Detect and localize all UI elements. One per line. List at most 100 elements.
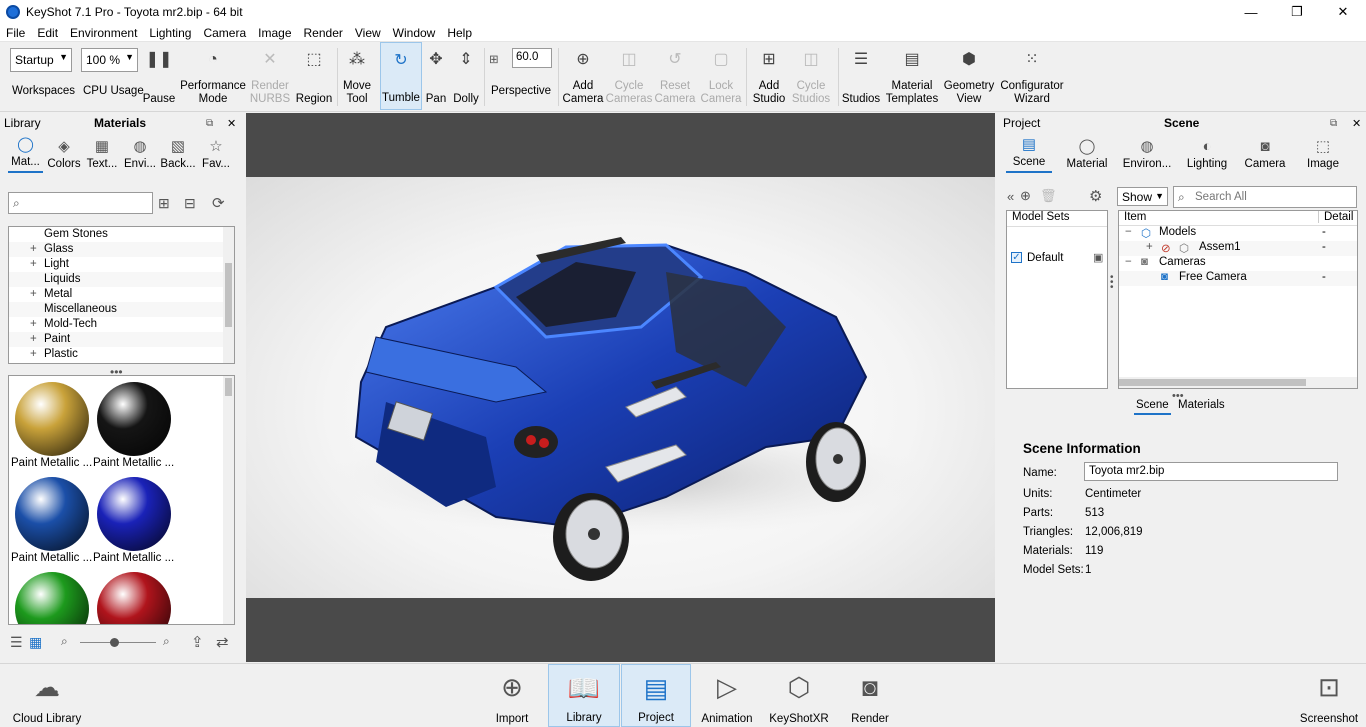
menu-file[interactable]: File (0, 26, 31, 40)
thumbs-scrollbar[interactable] (223, 376, 234, 624)
studios-button[interactable]: ☰ Studios (842, 42, 880, 110)
folder-sync-icon[interactable]: ⇄ (216, 633, 229, 651)
menu-lighting[interactable]: Lighting (143, 26, 197, 40)
tree-item-light[interactable]: + Light (9, 257, 234, 272)
tree-item-gem-stones[interactable]: Gem Stones (9, 227, 234, 242)
tree-item-plastic[interactable]: + Plastic (9, 347, 234, 362)
item-column-header[interactable]: Item (1124, 211, 1146, 223)
collapse-icon[interactable]: « (1007, 189, 1014, 204)
scene-search-input[interactable]: ⌕ Search All (1173, 186, 1357, 208)
tab-camera[interactable]: ◙ Camera (1242, 138, 1288, 173)
performance-mode-button[interactable]: ◔ Performance Mode (180, 42, 246, 110)
workspace-select[interactable]: Startup ▼ (10, 48, 72, 72)
upload-icon[interactable]: ⇪ (191, 633, 204, 651)
scene-name-input[interactable]: Toyota mr2.bip (1084, 462, 1338, 481)
expand-icon[interactable]: + (30, 317, 37, 332)
menu-camera[interactable]: Camera (197, 26, 252, 40)
close-panel-icon[interactable]: ✕ (227, 117, 236, 130)
thumbs-scrollbar-thumb[interactable] (225, 378, 232, 396)
tab-scene[interactable]: ▤ Scene (1006, 135, 1052, 173)
zoom-out-icon[interactable]: ⌕ (61, 634, 68, 649)
animation-button[interactable]: ▷ Animation (700, 664, 754, 727)
vertical-splitter-handle[interactable]: • • • (1110, 273, 1114, 293)
list-view-icon[interactable]: ☰ (10, 634, 23, 651)
tumble-button[interactable]: ↻ Tumble (380, 42, 422, 110)
region-button[interactable]: ⬚ Region (294, 42, 334, 110)
fov-input[interactable]: 60.0 (512, 48, 552, 68)
tree-item-miscellaneous[interactable]: Miscellaneous (9, 302, 234, 317)
material-thumb[interactable]: Paint Metallic ... (11, 378, 92, 470)
menu-render[interactable]: Render (298, 26, 349, 40)
lock-icon[interactable]: ▣ (1093, 251, 1103, 264)
expand-icon[interactable]: + (30, 242, 37, 257)
tab-material[interactable]: ◯ Material (1064, 137, 1110, 173)
add-model-set-icon[interactable]: ⊕ (1020, 188, 1031, 204)
expand-toggle-icon[interactable]: + (1146, 241, 1153, 253)
import-button[interactable]: ⊕ Import (488, 664, 536, 727)
tree-item-paint[interactable]: + Paint (9, 332, 234, 347)
delete-icon[interactable]: 🗑 (1040, 188, 1057, 204)
cycle-studios-button[interactable]: ◫ Cycle Studios (790, 42, 832, 110)
tree-scrollbar-thumb[interactable] (225, 263, 232, 327)
undock-icon[interactable]: ⧉ (1330, 118, 1337, 129)
tree-item-metal[interactable]: + Metal (9, 287, 234, 302)
tree-row-cameras[interactable]: − ◙ Cameras (1119, 256, 1357, 271)
render-button[interactable]: ◙ Render (846, 664, 894, 727)
menu-help[interactable]: Help (441, 26, 478, 40)
lock-camera-button[interactable]: ▢ Lock Camera (700, 42, 742, 110)
material-thumb[interactable]: Paint Metallic ... (93, 473, 174, 565)
material-thumb[interactable]: Paint Metallic ... (11, 473, 92, 565)
gear-icon[interactable]: ⚙ (1089, 187, 1102, 205)
expand-icon[interactable]: + (30, 257, 37, 272)
add-studio-button[interactable]: ⊞ Add Studio (750, 42, 788, 110)
subtab-materials[interactable]: Materials (1178, 399, 1225, 411)
hidden-eye-icon[interactable]: ⊘ (1161, 241, 1171, 255)
tab-environments[interactable]: ◍ Envi... (123, 137, 157, 173)
tree-item-glass[interactable]: + Glass (9, 242, 234, 257)
tab-environment[interactable]: ◍ Environ... (1122, 137, 1172, 173)
tab-lighting[interactable]: ◐ Lighting (1184, 138, 1230, 173)
grid-view-icon[interactable]: ▦ (29, 634, 42, 651)
move-tool-button[interactable]: ⁂ Move Tool (340, 42, 374, 110)
close-panel-icon[interactable]: ✕ (1352, 117, 1361, 130)
tree-row-free-camera[interactable]: ◙ Free Camera - (1119, 271, 1357, 286)
collapse-toggle-icon[interactable]: − (1125, 226, 1132, 238)
refresh-icon[interactable]: ⟳ (212, 194, 225, 212)
project-button[interactable]: ▤ Project (621, 664, 691, 727)
render-nurbs-button[interactable]: ✕ Render NURBS (250, 42, 290, 110)
show-dropdown[interactable]: Show ▼ (1117, 187, 1168, 206)
expand-icon[interactable]: + (30, 287, 37, 302)
collapse-toggle-icon[interactable]: − (1125, 256, 1132, 268)
zoom-in-icon[interactable]: ⌕ (163, 634, 170, 649)
tree-row-models[interactable]: − ⬡ Models - (1119, 226, 1357, 241)
undock-icon[interactable]: ⧉ (206, 118, 213, 129)
material-templates-button[interactable]: ▤ Material Templates (884, 42, 940, 110)
material-thumb[interactable]: Paint Metallic ... (93, 378, 174, 470)
default-checkbox[interactable]: ✓ (1011, 252, 1022, 263)
tab-favorites[interactable]: ☆ Fav... (199, 137, 233, 173)
pause-button[interactable]: ❚❚ Pause (142, 42, 176, 110)
maximize-button[interactable]: ❐ (1274, 0, 1320, 24)
remove-folder-icon[interactable]: ⊟ (184, 195, 196, 212)
tree-row-assem1[interactable]: + ⊘ ⬡ Assem1 - (1119, 241, 1357, 256)
menu-edit[interactable]: Edit (31, 26, 64, 40)
menu-view[interactable]: View (349, 26, 387, 40)
cpu-usage-select[interactable]: 100 % ▼ (81, 48, 138, 72)
tab-colors[interactable]: ◈ Colors (47, 137, 81, 173)
menu-window[interactable]: Window (387, 26, 442, 40)
cloud-library-button[interactable]: ☁ Cloud Library (10, 664, 84, 727)
menu-environment[interactable]: Environment (64, 26, 143, 40)
tree-scrollbar[interactable] (223, 227, 234, 363)
slider-handle[interactable] (110, 638, 119, 647)
hscrollbar-thumb[interactable] (1119, 379, 1306, 386)
pan-button[interactable]: ✥ Pan (424, 42, 448, 110)
detail-column-header[interactable]: Detail (1318, 211, 1353, 223)
keyshotxr-button[interactable]: ⬡ KeyShotXR (768, 664, 830, 727)
library-search-input[interactable]: ⌕ (8, 192, 153, 214)
close-button[interactable]: ✕ (1320, 0, 1366, 24)
tree-item-liquids[interactable]: Liquids (9, 272, 234, 287)
subtab-scene[interactable]: Scene (1134, 399, 1171, 415)
dolly-button[interactable]: ⇕ Dolly (451, 42, 481, 110)
tab-materials[interactable]: ◯ Mat... (8, 135, 43, 173)
cycle-cameras-button[interactable]: ◫ Cycle Cameras (606, 42, 653, 110)
